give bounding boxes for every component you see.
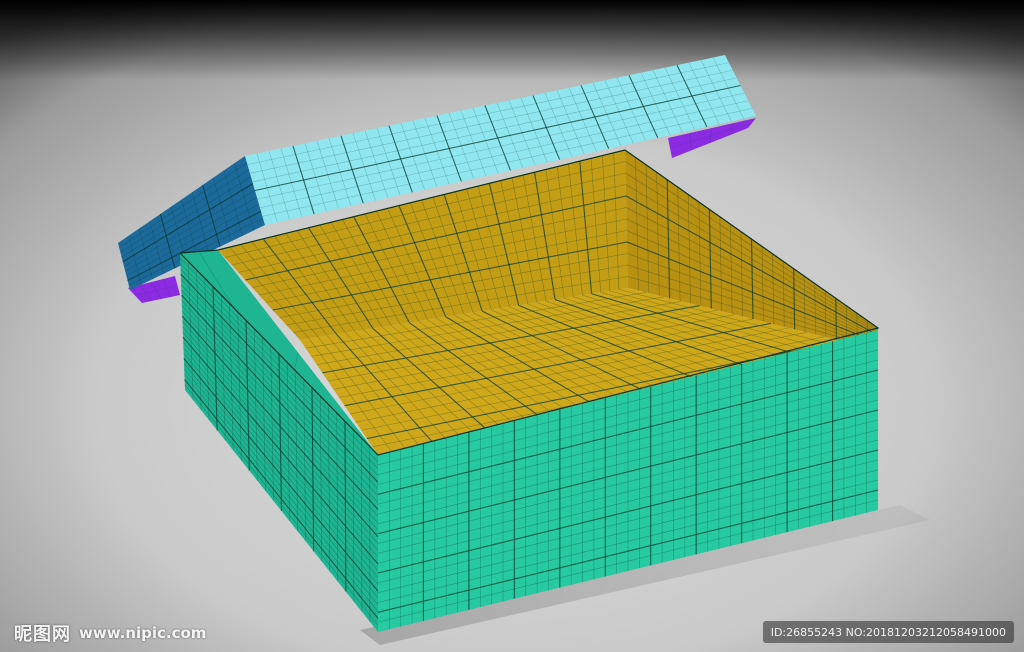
background-top [0,0,1024,80]
watermark-site-url: www.nipic.com [79,624,207,642]
watermark-logo: 昵图网 www.nipic.com [14,621,206,645]
watermark-id: ID:26855243 NO:20181203212058491000 [762,621,1014,643]
watermark-logo-text: 昵图网 [14,624,71,645]
box-scene [0,0,1024,652]
watermark-id-text: ID:26855243 NO:20181203212058491000 [770,625,1006,639]
